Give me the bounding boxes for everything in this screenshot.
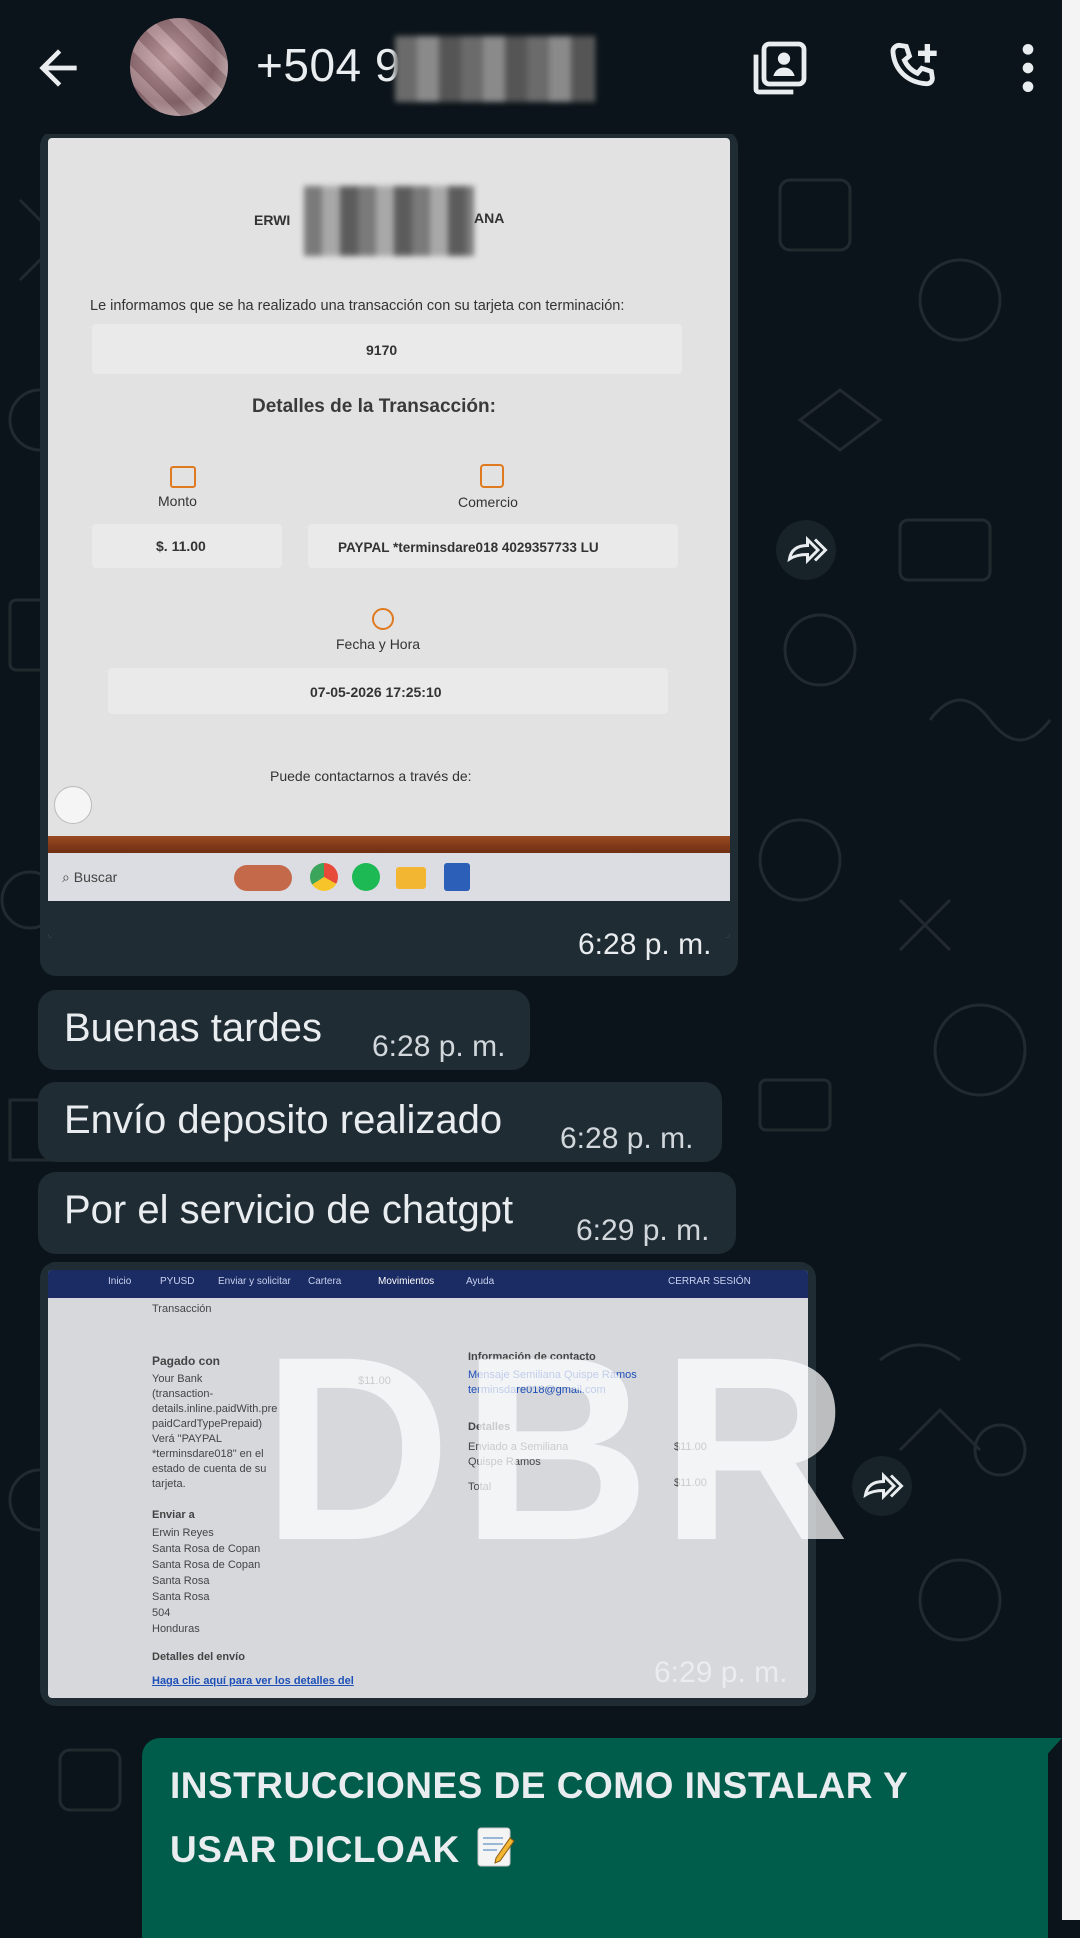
message-text: Envío deposito realizado bbox=[64, 1098, 503, 1142]
contact-number: +504 9 bbox=[256, 39, 401, 92]
bank-line: Verá "PAYPAL bbox=[152, 1433, 222, 1445]
contact-text: Puede contactarnos a través de: bbox=[270, 768, 472, 784]
forward-icon[interactable] bbox=[776, 520, 836, 580]
nav-item: Enviar y solicitar bbox=[218, 1276, 291, 1287]
forward-icon[interactable] bbox=[852, 1456, 912, 1516]
image2-time: 6:29 p. m. bbox=[654, 1656, 788, 1689]
word-icon bbox=[444, 863, 470, 891]
message-time: 6:29 p. m. bbox=[576, 1214, 710, 1247]
address-line: Santa Rosa de Copan bbox=[152, 1559, 261, 1571]
nav-item: Movimientos bbox=[378, 1276, 435, 1287]
bank-line: estado de cuenta de su bbox=[152, 1463, 267, 1475]
message-text: Por el servicio de chatgpt bbox=[64, 1188, 514, 1232]
chat-header: +504 9 bbox=[0, 0, 1062, 134]
comercio-value: PAYPAL *terminsdare018 4029357733 LU bbox=[338, 540, 599, 555]
nav-item: Ayuda bbox=[466, 1276, 495, 1287]
memo-icon bbox=[477, 1827, 516, 1867]
store-icon bbox=[480, 464, 504, 488]
message-text: Buenas tardes bbox=[64, 1006, 322, 1050]
avatar[interactable] bbox=[130, 18, 228, 116]
folder-icon bbox=[396, 867, 426, 889]
address-line: Santa Rosa de Copan bbox=[152, 1543, 261, 1555]
bank-line: tarjeta. bbox=[152, 1478, 186, 1490]
add-call-icon[interactable] bbox=[882, 36, 946, 100]
message-bubble[interactable]: Envío deposito realizado 6:28 p. m. bbox=[38, 1082, 722, 1162]
arrow-left-icon[interactable] bbox=[30, 40, 86, 96]
nav-logout: CERRAR SESIÓN bbox=[668, 1276, 751, 1287]
bank-email-screenshot[interactable]: ERWI ANA Le informamos que se ha realiza… bbox=[48, 138, 730, 938]
taskbar: ⌕ Buscar bbox=[48, 853, 730, 901]
transaccion-label: Transacción bbox=[152, 1303, 212, 1315]
address-line: Honduras bbox=[152, 1623, 200, 1635]
address-line: 504 bbox=[152, 1607, 171, 1619]
email-name-left: ERWI bbox=[254, 212, 291, 228]
desk-edge bbox=[48, 836, 730, 854]
details-link: Haga clic aquí para ver los detalles del bbox=[152, 1675, 354, 1687]
outgoing-message-bubble[interactable]: INSTRUCCIONES DE COMO INSTALAR Y USAR DI… bbox=[142, 1738, 1062, 1938]
taskbar-search: ⌕ Buscar bbox=[62, 869, 118, 885]
bank-line: details.inline.paidWith.pre bbox=[152, 1403, 278, 1415]
paypal-nav-bar: Inicio PYUSD Enviar y solicitar Cartera … bbox=[48, 1270, 808, 1298]
taskbar-widget bbox=[234, 865, 292, 891]
email-name-right: ANA bbox=[474, 210, 505, 226]
message-bubble[interactable]: Buenas tardes 6:28 p. m. bbox=[38, 990, 530, 1070]
message-time: 6:28 p. m. bbox=[372, 1030, 506, 1063]
money-icon bbox=[170, 466, 196, 488]
bank-line: (transaction- bbox=[152, 1388, 214, 1400]
message-bubble[interactable]: Por el servicio de chatgpt 6:29 p. m. bbox=[38, 1172, 736, 1254]
screen-edge bbox=[1062, 0, 1080, 1920]
nav-item: Inicio bbox=[108, 1276, 132, 1287]
card-end: 9170 bbox=[366, 342, 398, 358]
more-vertical-icon[interactable] bbox=[996, 36, 1060, 100]
address-line: Santa Rosa bbox=[152, 1575, 210, 1587]
spotify-icon bbox=[352, 863, 380, 891]
blurred-name bbox=[304, 186, 474, 256]
detalles-envio: Detalles del envío bbox=[152, 1651, 245, 1663]
instructions-line1: INSTRUCCIONES DE COMO INSTALAR Y bbox=[170, 1765, 909, 1806]
bubble-tail bbox=[1044, 1738, 1062, 1758]
blurred-number bbox=[394, 36, 595, 102]
bank-line: paidCardTypePrepaid) bbox=[152, 1418, 263, 1430]
details-title: Detalles de la Transacción: bbox=[252, 396, 496, 417]
fecha-value: 07-05-2026 17:25:10 bbox=[310, 684, 442, 700]
pagado-con: Pagado con bbox=[152, 1354, 221, 1368]
monto-value: $. 11.00 bbox=[156, 538, 206, 554]
nav-item: PYUSD bbox=[160, 1276, 195, 1287]
comercio-label: Comercio bbox=[458, 494, 518, 510]
bank-line: *terminsdare018" en el bbox=[152, 1448, 264, 1460]
chrome-icon bbox=[310, 863, 338, 891]
address-line: Santa Rosa bbox=[152, 1591, 210, 1603]
image1-time: 6:28 p. m. bbox=[578, 928, 712, 961]
contact-card-icon[interactable] bbox=[748, 36, 812, 100]
instructions-line2: USAR DICLOAK bbox=[170, 1829, 460, 1870]
address-line: Erwin Reyes bbox=[152, 1527, 214, 1539]
clock-icon bbox=[372, 608, 394, 630]
monto-label: Monto bbox=[158, 493, 197, 509]
fecha-label: Fecha y Hora bbox=[336, 636, 421, 652]
email-intro: Le informamos que se ha realizado una tr… bbox=[90, 298, 625, 314]
contact-name[interactable]: +504 9 bbox=[256, 36, 595, 102]
message-time: 6:28 p. m. bbox=[560, 1122, 694, 1155]
watermark: DBR bbox=[262, 1302, 860, 1595]
nav-item: Cartera bbox=[308, 1276, 342, 1287]
bank-line: Your Bank bbox=[152, 1373, 203, 1385]
enviar-a: Enviar a bbox=[152, 1509, 195, 1521]
instructions-text: INSTRUCCIONES DE COMO INSTALAR Y USAR DI… bbox=[170, 1754, 908, 1882]
emoji-icon bbox=[54, 786, 92, 824]
